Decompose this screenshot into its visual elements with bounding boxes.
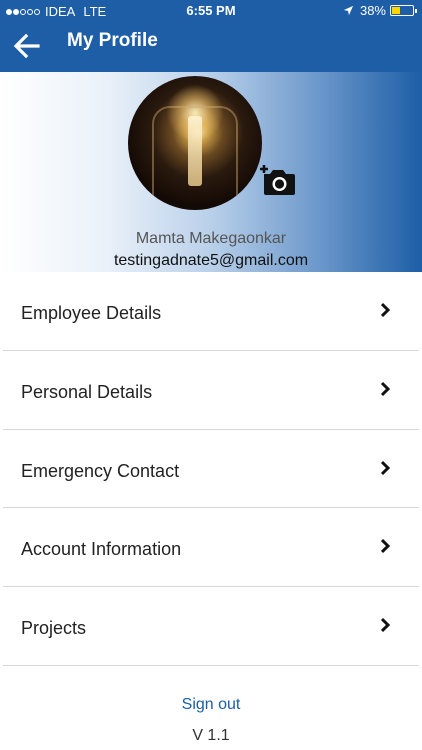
status-right: 38% — [343, 3, 417, 18]
change-photo-button[interactable] — [258, 160, 296, 196]
menu-item-projects[interactable]: Projects — [3, 587, 419, 666]
battery-fill — [392, 7, 400, 14]
battery-percent: 38% — [359, 3, 386, 18]
profile-header: Mamta Makegaonkar testingadnate5@gmail.c… — [0, 72, 422, 272]
page-title: My Profile — [67, 30, 158, 51]
menu-item-label: Emergency Contact — [21, 460, 180, 481]
chevron-right-icon — [380, 618, 391, 633]
app-version: V 1.1 — [192, 727, 230, 744]
chevron-right-icon — [380, 539, 391, 554]
location-arrow-icon — [343, 5, 354, 16]
chevron-right-icon — [380, 460, 391, 475]
menu-item-employee-details[interactable]: Employee Details — [3, 272, 419, 351]
menu-item-account-information[interactable]: Account Information — [3, 508, 419, 588]
back-button[interactable] — [10, 29, 44, 63]
menu-item-label: Employee Details — [21, 303, 162, 323]
add-photo-camera-icon — [260, 165, 295, 195]
avatar[interactable] — [128, 76, 262, 210]
menu-item-label: Projects — [21, 618, 87, 639]
menu-item-emergency-contact[interactable]: Emergency Contact — [3, 430, 419, 509]
menu-item-label: Account Information — [21, 539, 182, 560]
status-bar: IDEA LTE 6:55 PM 38% — [0, 0, 422, 22]
sign-out-link[interactable]: Sign out — [0, 696, 422, 714]
profile-menu: Employee Details Personal Details Emerge… — [0, 272, 422, 666]
menu-item-personal-details[interactable]: Personal Details — [3, 351, 419, 430]
arrow-left-icon — [13, 33, 40, 59]
profile-email: testingadnate5@gmail.com — [113, 252, 309, 269]
menu-item-label: Personal Details — [21, 381, 153, 402]
battery-icon — [390, 5, 417, 16]
chevron-right-icon — [380, 302, 391, 318]
nav-bar: My Profile — [0, 22, 422, 72]
profile-name: Mamta Makegaonkar — [135, 230, 287, 247]
chevron-right-icon — [380, 381, 391, 396]
